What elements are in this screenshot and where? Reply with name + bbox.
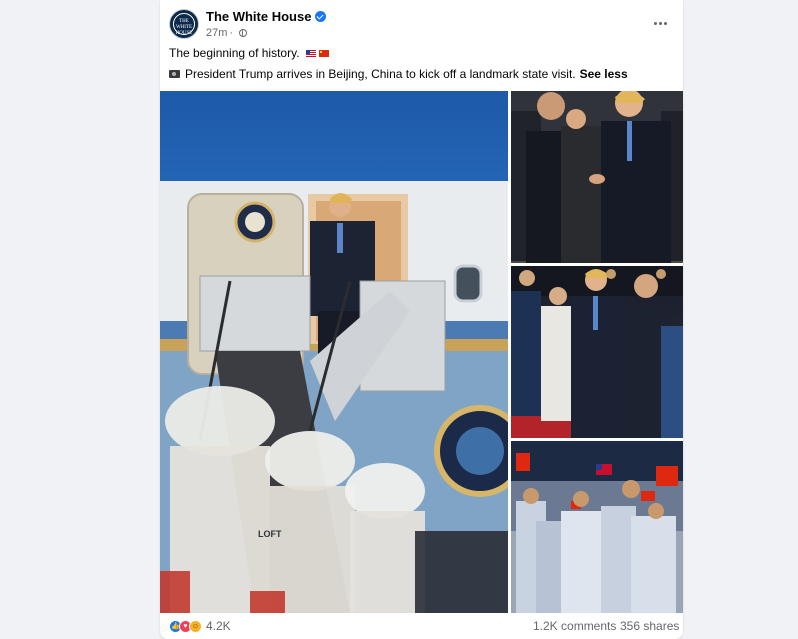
caption-text-2: President Trump arrives in Beijing, Chin… — [185, 67, 576, 81]
photo-handshake[interactable] — [511, 91, 683, 263]
post-meta: 27m · — [206, 27, 248, 39]
globe-icon[interactable] — [239, 29, 248, 37]
post-caption-line2: President Trump arrives in Beijing, Chin… — [169, 67, 628, 81]
reaction-count[interactable]: 4.2K — [206, 619, 231, 633]
photo-main-arrival[interactable]: LOFT — [160, 91, 508, 613]
photo-crowd-illustration — [511, 441, 683, 613]
more-options-dot — [663, 21, 667, 25]
us-flag-icon — [305, 50, 316, 58]
more-options-dot — [658, 21, 662, 25]
post-card: THE WHITE HOUSE The White House 27m · Th… — [160, 0, 683, 639]
camera-icon — [169, 70, 180, 78]
photo-greeting-illustration — [511, 266, 683, 438]
haha-reaction-icon: ☺ — [189, 619, 202, 633]
photo-handshake-illustration — [511, 91, 683, 263]
more-options-button[interactable] — [648, 14, 672, 32]
photo-welcome-crowd[interactable] — [511, 441, 683, 613]
see-less-link[interactable]: See less — [580, 67, 628, 81]
post-footer: 👍 ♥ ☺ 4.2K 1.2K comments 356 shares — [160, 613, 683, 639]
avatar-seal: THE WHITE HOUSE — [173, 13, 195, 36]
more-options-icon — [653, 21, 657, 25]
post-timestamp[interactable]: 27m — [206, 27, 227, 39]
photo-greeting-line[interactable] — [511, 266, 683, 438]
stair-lettering: LOFT — [258, 529, 282, 539]
comments-count-link[interactable]: 1.2K comments — [533, 619, 616, 633]
caption-text-1: The beginning of history. — [169, 46, 300, 60]
verified-badge-icon — [315, 11, 327, 22]
china-flag-icon — [318, 50, 329, 58]
page-avatar[interactable]: THE WHITE HOUSE — [169, 9, 199, 39]
meta-separator: · — [229, 27, 234, 39]
post-header: THE WHITE HOUSE The White House 27m · — [160, 0, 683, 46]
shares-count-link[interactable]: 356 shares — [620, 619, 679, 633]
photo-main-illustration: LOFT — [160, 181, 508, 613]
reactions-summary[interactable]: 👍 ♥ ☺ 4.2K — [169, 619, 231, 633]
page-name[interactable]: The White House — [206, 9, 327, 24]
post-caption-line1: The beginning of history. — [169, 46, 329, 60]
page-name-text[interactable]: The White House — [206, 9, 311, 24]
